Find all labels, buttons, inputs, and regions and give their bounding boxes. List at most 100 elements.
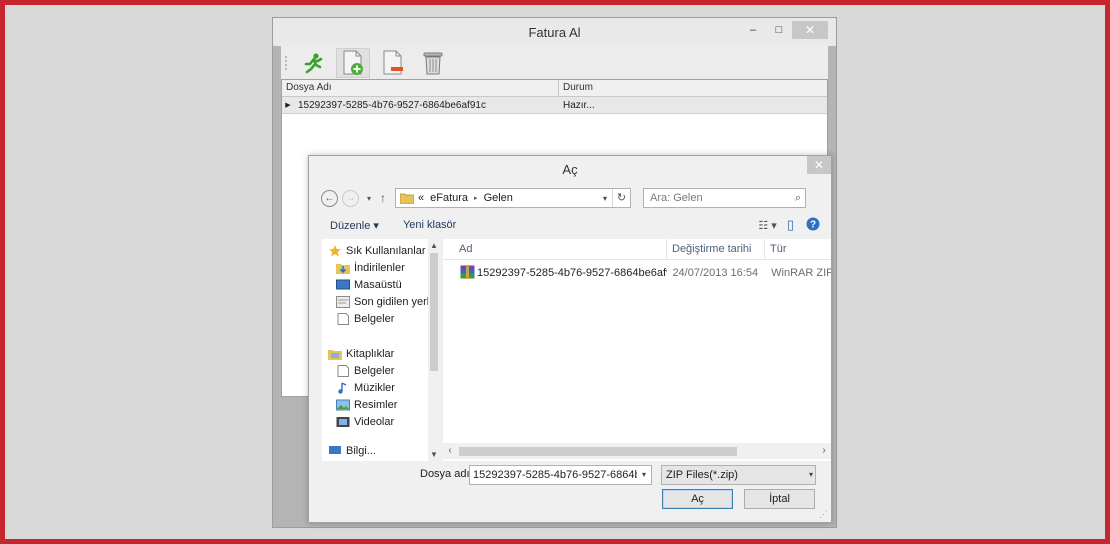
delete-button[interactable] <box>416 48 450 78</box>
tree-label: Kitaplıklar <box>346 347 395 360</box>
refresh-button[interactable]: ↻ <box>612 189 630 207</box>
folder-icon <box>400 193 414 204</box>
table-row[interactable]: ▶ 15292397-5285-4b76-9527-6864be6af91c H… <box>282 97 827 114</box>
tree-label: Sık Kullanılanlar <box>346 244 426 257</box>
tree-label: İndirilenler <box>354 261 405 274</box>
tree-label: Müzikler <box>354 381 395 394</box>
cancel-button[interactable]: İptal <box>744 489 815 509</box>
desktop-icon <box>336 279 350 290</box>
run-button[interactable] <box>296 48 330 78</box>
resize-grip-icon[interactable]: ⋰ <box>819 509 828 520</box>
tree-item-lib-documents[interactable]: Belgeler <box>322 362 440 379</box>
list-item[interactable]: 15292397-5285-4b76-9527-6864be6af91c....… <box>443 264 831 282</box>
preview-pane-button[interactable]: ▯ <box>787 217 794 233</box>
file-list-header: ^ Ad Değiştirme tarihi Tür <box>443 239 831 260</box>
address-bar[interactable]: « eFatura ▸ Gelen ▾ ↻ <box>395 188 631 208</box>
minimize-button[interactable]: – <box>740 21 766 39</box>
search-icon: ⌕ <box>794 191 801 204</box>
recent-places-icon <box>336 296 350 309</box>
tree-scroll-thumb[interactable] <box>430 253 438 371</box>
hscroll-thumb[interactable] <box>459 447 737 456</box>
tree-item-downloads[interactable]: İndirilenler <box>322 259 440 276</box>
tree-libraries[interactable]: Kitaplıklar <box>322 345 440 362</box>
star-icon <box>329 244 341 257</box>
toolbar-grip[interactable] <box>285 56 288 70</box>
svg-text:?: ? <box>810 219 816 230</box>
pictures-icon <box>336 399 350 411</box>
open-button[interactable]: Aç <box>662 489 733 509</box>
address-dropdown-icon[interactable]: ▾ <box>598 194 612 203</box>
filename-label: Dosya adı: <box>420 468 473 480</box>
tree-label: Resimler <box>354 399 398 412</box>
back-button[interactable]: ← <box>321 189 338 207</box>
tree-label: Bilgi... <box>346 444 376 457</box>
tree-item-music[interactable]: Müzikler <box>322 379 440 396</box>
tree-item-partial[interactable]: Bilgi... <box>322 445 440 457</box>
column-name[interactable]: Ad <box>443 239 667 259</box>
dialog-close-button[interactable]: ✕ <box>807 156 831 174</box>
file-type: WinRAR ZIP a <box>771 267 831 279</box>
tree-label: Masaüstü <box>354 278 402 291</box>
up-button[interactable]: ↑ <box>377 191 389 205</box>
cell-status: Hazır... <box>563 100 595 111</box>
search-placeholder: Ara: Gelen <box>650 192 703 204</box>
column-header-file[interactable]: Dosya Adı <box>282 80 559 96</box>
tree-item-documents[interactable]: Belgeler <box>322 311 440 328</box>
organize-button[interactable]: Düzenle ▾ <box>330 219 379 232</box>
filename-input[interactable]: 15292397-5285-4b76-9527-6864be6af9 ▾ <box>469 465 652 485</box>
column-modified[interactable]: Değiştirme tarihi <box>667 239 765 259</box>
scroll-down-icon[interactable]: ▼ <box>428 450 440 459</box>
scroll-right-icon[interactable]: › <box>817 443 831 459</box>
file-modified: 24/07/2013 16:54 <box>672 267 759 279</box>
address-prefix: « <box>418 192 425 204</box>
new-folder-button[interactable]: Yeni klasör <box>403 219 456 231</box>
breadcrumb-gelen[interactable]: Gelen <box>484 192 513 204</box>
close-button[interactable]: ✕ <box>792 21 828 39</box>
scroll-up-icon[interactable]: ▲ <box>428 241 440 250</box>
window-controls: – □ ✕ <box>740 21 828 39</box>
column-header-status[interactable]: Durum <box>559 80 827 96</box>
add-file-button[interactable] <box>336 48 370 78</box>
scroll-left-icon[interactable]: ‹ <box>443 443 457 459</box>
breadcrumb-separator-icon: ▸ <box>474 195 478 202</box>
column-type[interactable]: Tür <box>765 239 831 259</box>
file-type-filter[interactable]: ZIP Files(*.zip) ▾ <box>661 465 816 485</box>
search-input[interactable]: Ara: Gelen ⌕ <box>643 188 806 208</box>
tree-item-recent[interactable]: Son gidilen yerler <box>322 294 440 311</box>
winrar-archive-icon <box>443 264 475 282</box>
tree-item-pictures[interactable]: Resimler <box>322 397 440 414</box>
tree-favorites[interactable]: Sık Kullanılanlar <box>322 242 440 259</box>
tree-item-desktop[interactable]: Masaüstü <box>322 276 440 293</box>
sort-ascending-icon: ^ <box>556 239 560 243</box>
file-list-hscrollbar[interactable]: ‹ › <box>443 443 831 459</box>
document-add-icon <box>343 50 363 75</box>
filter-value: ZIP Files(*.zip) <box>666 469 738 481</box>
help-icon: ? <box>806 217 820 230</box>
tree-label: Belgeler <box>354 313 395 326</box>
navigation-pane: Sık Kullanılanlar İndirilenler Masaüstü … <box>322 239 440 461</box>
help-button[interactable]: ? <box>806 217 820 234</box>
view-controls: ☷ ▾ ▯ ? <box>748 217 820 234</box>
tree-scrollbar[interactable]: ▲ ▼ <box>428 239 440 461</box>
row-selector-icon: ▶ <box>285 102 291 109</box>
command-bar: Düzenle ▾ Yeni klasör ☷ ▾ ▯ ? <box>310 213 830 237</box>
toolbar <box>281 46 828 80</box>
view-options-button[interactable]: ☷ ▾ <box>758 219 776 232</box>
remove-file-button[interactable] <box>376 48 410 78</box>
chevron-down-icon[interactable]: ▾ <box>637 466 651 484</box>
library-icon <box>328 349 342 360</box>
open-dialog: Aç ✕ ← → ▾ ↑ « eFatura ▸ Gelen ▾ ↻ Ara: … <box>308 155 832 523</box>
maximize-button[interactable]: □ <box>766 21 792 39</box>
forward-button[interactable]: → <box>342 189 359 207</box>
tree-label: Belgeler <box>354 364 395 377</box>
tree-item-videos[interactable]: Videolar <box>322 414 440 431</box>
file-list: ^ Ad Değiştirme tarihi Tür 15292397-5285… <box>443 239 831 461</box>
chevron-down-icon: ▾ <box>808 470 813 479</box>
dialog-title: Aç <box>562 162 578 177</box>
documents-icon <box>337 364 349 377</box>
running-man-icon <box>304 53 323 74</box>
breadcrumb-efatura[interactable]: eFatura <box>430 192 468 204</box>
videos-icon <box>336 417 350 428</box>
recent-locations-button[interactable]: ▾ <box>363 194 375 203</box>
documents-icon <box>337 313 349 326</box>
